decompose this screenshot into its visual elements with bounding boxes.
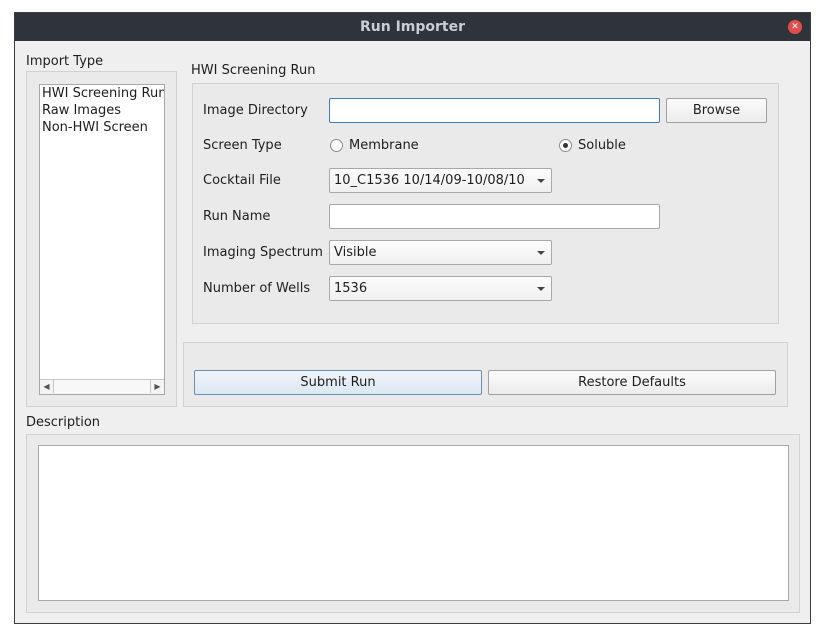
- scrollbar-track[interactable]: [53, 380, 151, 393]
- cocktail-file-value: 10_C1536 10/14/09-10/08/10: [334, 173, 525, 188]
- chevron-down-icon: [537, 179, 545, 183]
- membrane-label[interactable]: Membrane: [349, 138, 419, 153]
- browse-button[interactable]: Browse: [666, 98, 767, 123]
- submit-run-button[interactable]: Submit Run: [194, 370, 482, 395]
- list-item-non-hwi-screen[interactable]: Non-HWI Screen: [42, 119, 148, 136]
- imaging-spectrum-label: Imaging Spectrum: [203, 245, 323, 260]
- window-title: Run Importer: [359, 19, 466, 35]
- run-name-label: Run Name: [203, 209, 271, 224]
- cocktail-file-select[interactable]: 10_C1536 10/14/09-10/08/10: [329, 168, 552, 193]
- close-icon[interactable]: ✕: [788, 20, 802, 34]
- list-item-hwi-screening-run[interactable]: HWI Screening Run: [42, 85, 164, 102]
- screen-type-label: Screen Type: [203, 138, 282, 153]
- list-item-raw-images[interactable]: Raw Images: [42, 102, 121, 119]
- horizontal-scrollbar[interactable]: ◀ ▶: [40, 379, 164, 394]
- title-bar[interactable]: Run Importer ✕: [15, 13, 810, 41]
- imaging-spectrum-value: Visible: [334, 245, 377, 260]
- scroll-left-icon[interactable]: ◀: [40, 380, 53, 393]
- description-textarea[interactable]: [38, 445, 789, 601]
- run-importer-window: Run Importer ✕ Import Type HWI Screening…: [14, 12, 811, 624]
- soluble-radio[interactable]: [559, 139, 572, 152]
- number-of-wells-value: 1536: [334, 281, 368, 296]
- hwi-group-title: HWI Screening Run: [191, 63, 316, 78]
- number-of-wells-label: Number of Wells: [203, 281, 311, 296]
- description-label: Description: [26, 415, 101, 430]
- imaging-spectrum-select[interactable]: Visible: [329, 240, 552, 265]
- number-of-wells-select[interactable]: 1536: [329, 276, 552, 301]
- image-directory-input[interactable]: [329, 98, 660, 123]
- radio-selected-dot: [563, 143, 568, 148]
- restore-defaults-button[interactable]: Restore Defaults: [488, 370, 776, 395]
- membrane-radio[interactable]: [330, 139, 343, 152]
- import-type-list[interactable]: HWI Screening Run Raw Images Non-HWI Scr…: [39, 84, 165, 395]
- image-directory-label: Image Directory: [203, 103, 308, 118]
- run-name-input[interactable]: [329, 204, 660, 229]
- chevron-down-icon: [537, 287, 545, 291]
- cocktail-file-label: Cocktail File: [203, 173, 281, 188]
- import-type-label: Import Type: [26, 54, 104, 69]
- soluble-label[interactable]: Soluble: [578, 138, 626, 153]
- chevron-down-icon: [537, 251, 545, 255]
- scroll-right-icon[interactable]: ▶: [151, 380, 164, 393]
